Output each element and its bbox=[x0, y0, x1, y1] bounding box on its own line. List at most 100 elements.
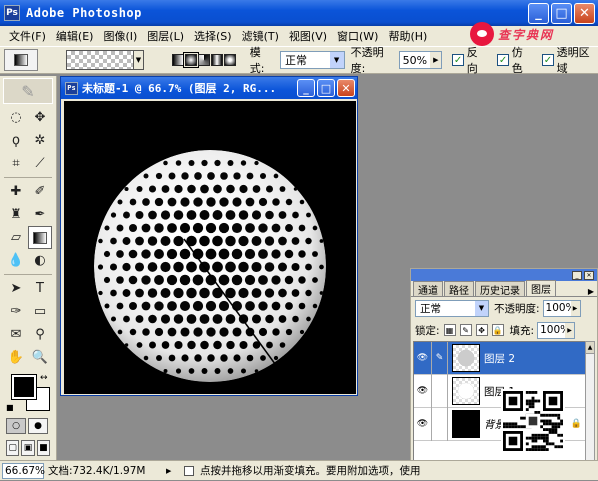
pen-tool-icon[interactable]: ✑ bbox=[4, 300, 28, 323]
default-colors-icon[interactable]: ■ bbox=[6, 403, 14, 412]
screen-mode-full-icon[interactable]: ■ bbox=[36, 440, 50, 456]
qr-module bbox=[525, 399, 529, 403]
app-title: Adobe Photoshop bbox=[26, 6, 142, 20]
menu-layer[interactable]: 图层(L) bbox=[142, 28, 189, 44]
shape-tool-icon[interactable]: ▭ bbox=[28, 300, 52, 323]
qr-module bbox=[534, 399, 538, 403]
tab-layers[interactable]: 图层 bbox=[526, 280, 556, 296]
eraser-tool-icon[interactable]: ▱ bbox=[4, 226, 28, 249]
tool-preset-picker[interactable] bbox=[4, 49, 39, 71]
reflected-gradient-button[interactable] bbox=[210, 54, 223, 66]
menu-select[interactable]: 选择(S) bbox=[189, 28, 237, 44]
dither-checkbox[interactable]: ✓ 仿色 bbox=[497, 44, 532, 76]
tab-channels[interactable]: 通道 bbox=[413, 281, 443, 297]
status-hint: 点按并拖移以用渐变填充。要用附加选项，使用 bbox=[184, 463, 504, 478]
panel-menu-icon[interactable]: ▶ bbox=[588, 287, 594, 296]
slice-tool-icon[interactable]: ⟋ bbox=[28, 152, 52, 175]
radial-gradient-button[interactable] bbox=[182, 52, 199, 68]
foreground-color-swatch[interactable] bbox=[11, 374, 37, 400]
quick-mask-mode-icon[interactable]: ● bbox=[28, 418, 48, 434]
magic-wand-tool-icon[interactable]: ✲ bbox=[28, 129, 52, 152]
tab-history[interactable]: 历史记录 bbox=[475, 281, 525, 297]
qr-module bbox=[531, 439, 535, 443]
gradient-tool-icon[interactable] bbox=[28, 226, 52, 249]
path-selection-tool-icon[interactable]: ➤ bbox=[4, 277, 28, 300]
healing-brush-tool-icon[interactable]: ✚ bbox=[4, 180, 28, 203]
panel-close-icon[interactable]: ✕ bbox=[584, 270, 594, 280]
mode-select[interactable]: 正常 ▼ bbox=[280, 51, 345, 69]
lock-transparency-icon[interactable]: ▦ bbox=[443, 324, 456, 336]
menu-file[interactable]: 文件(F) bbox=[4, 28, 51, 44]
history-brush-tool-icon[interactable]: ✒ bbox=[28, 203, 52, 226]
options-bar: ▼ 模式: 正常 ▼ 不透明度: 50% ▶ ✓ 反向 ✓ 仿色 ✓ 透明区域 bbox=[0, 44, 598, 76]
crop-tool-icon[interactable]: ⌗ bbox=[4, 152, 28, 175]
gradient-dropdown-arrow[interactable]: ▼ bbox=[134, 50, 144, 70]
panel-minimize-icon[interactable]: _ bbox=[572, 270, 582, 280]
swap-colors-icon[interactable]: ↔ bbox=[40, 373, 48, 383]
type-tool-icon[interactable]: T bbox=[28, 277, 52, 300]
notes-tool-icon[interactable]: ✉ bbox=[4, 323, 28, 346]
qr-module bbox=[557, 433, 561, 437]
eye-icon[interactable]: 👁 bbox=[414, 342, 432, 375]
menu-view[interactable]: 视图(V) bbox=[284, 28, 332, 44]
marquee-tool-icon[interactable]: ◌ bbox=[4, 106, 28, 129]
blur-tool-icon[interactable]: 💧 bbox=[4, 249, 28, 272]
qr-module bbox=[557, 422, 561, 426]
doc-minimize-button[interactable]: _ bbox=[297, 79, 315, 97]
eye-icon[interactable]: 👁 bbox=[414, 407, 432, 441]
transparency-checkbox[interactable]: ✓ 透明区域 bbox=[542, 44, 598, 76]
diamond-gradient-button[interactable] bbox=[223, 54, 236, 66]
doc-maximize-button[interactable]: □ bbox=[317, 79, 335, 97]
tab-paths[interactable]: 路径 bbox=[444, 281, 474, 297]
opacity-input[interactable]: 50% ▶ bbox=[398, 51, 443, 69]
menu-filter[interactable]: 滤镜(T) bbox=[237, 28, 284, 44]
lock-position-icon[interactable]: ✥ bbox=[475, 324, 488, 336]
fill-input[interactable]: 100% ▶ bbox=[537, 321, 576, 339]
qr-module bbox=[557, 425, 561, 429]
gradient-picker[interactable] bbox=[66, 50, 135, 70]
angle-gradient-button[interactable] bbox=[197, 54, 210, 66]
qr-module bbox=[537, 448, 541, 451]
menu-edit[interactable]: 编辑(E) bbox=[51, 28, 99, 44]
zoom-field[interactable]: 66.67% bbox=[2, 462, 45, 479]
dodge-tool-icon[interactable]: ◐ bbox=[28, 249, 52, 272]
eyedropper-tool-icon[interactable]: ⚲ bbox=[28, 323, 52, 346]
reverse-checkbox[interactable]: ✓ 反向 bbox=[452, 44, 487, 76]
eye-icon[interactable]: 👁 bbox=[414, 374, 432, 408]
qr-module bbox=[545, 442, 549, 446]
qr-module bbox=[534, 439, 538, 443]
lasso-tool-icon[interactable]: ϙ bbox=[4, 129, 28, 152]
brush-tool-icon[interactable]: ✐ bbox=[28, 180, 52, 203]
doc-close-button[interactable]: ✕ bbox=[337, 79, 355, 97]
linear-gradient-button[interactable] bbox=[171, 54, 184, 66]
scroll-up-icon[interactable]: ▲ bbox=[586, 342, 594, 354]
status-menu-icon[interactable]: ▶ bbox=[166, 467, 176, 475]
layers-scrollbar[interactable]: ▲ bbox=[585, 341, 595, 463]
move-tool-icon[interactable]: ✥ bbox=[28, 106, 52, 129]
screen-mode-full-menu-icon[interactable]: ▣ bbox=[21, 440, 35, 456]
qr-module bbox=[543, 448, 546, 451]
menu-window[interactable]: 窗口(W) bbox=[332, 28, 383, 44]
gradient-swatch-icon bbox=[33, 231, 47, 244]
screen-mode-standard-icon[interactable]: ▢ bbox=[6, 440, 20, 456]
qr-module bbox=[525, 442, 529, 446]
feather-icon[interactable]: ✎ bbox=[3, 78, 53, 104]
qr-module bbox=[551, 422, 555, 426]
menu-image[interactable]: 图像(I) bbox=[98, 28, 142, 44]
blend-mode-select[interactable]: 正常 ▼ bbox=[415, 299, 489, 317]
hand-tool-icon[interactable]: ✋ bbox=[4, 346, 28, 369]
clone-stamp-tool-icon[interactable]: ♜ bbox=[4, 203, 28, 226]
document-icon: Ps bbox=[65, 81, 78, 95]
zoom-tool-icon[interactable]: 🔍 bbox=[28, 346, 52, 369]
standard-mode-icon[interactable]: ○ bbox=[6, 418, 26, 434]
minimize-button[interactable]: _ bbox=[528, 3, 549, 24]
maximize-button[interactable]: □ bbox=[551, 3, 572, 24]
menu-help[interactable]: 帮助(H) bbox=[383, 28, 432, 44]
layer-row[interactable]: 👁 ✎ 图层 2 bbox=[414, 342, 586, 375]
lock-all-icon[interactable]: 🔒 bbox=[491, 324, 504, 336]
close-button[interactable]: ✕ bbox=[574, 3, 595, 24]
qr-module bbox=[548, 396, 558, 406]
layer-opacity-input[interactable]: 100% ▶ bbox=[542, 299, 581, 317]
lock-pixels-icon[interactable]: ✎ bbox=[459, 324, 472, 336]
canvas[interactable] bbox=[64, 101, 356, 394]
